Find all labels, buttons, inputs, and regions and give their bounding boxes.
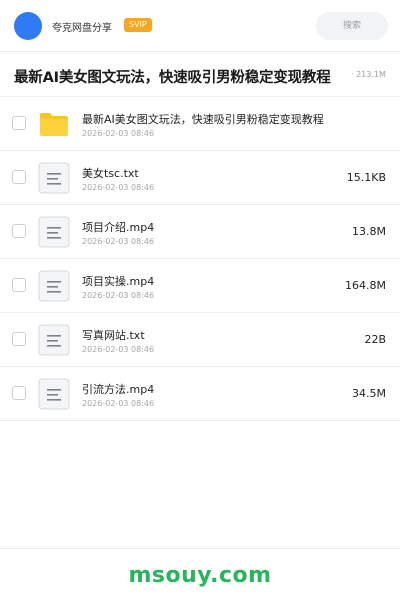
file-size: 15.1KB: [346, 171, 386, 184]
file-list: 最新AI美女图文玩法，快速吸引男粉稳定变现教程 2026-02-03 08:46…: [0, 97, 400, 421]
list-item[interactable]: 美女tsc.txt 2026-02-03 08:46 15.1KB: [0, 151, 400, 205]
document-icon: [38, 378, 70, 410]
select-checkbox[interactable]: [12, 224, 26, 238]
document-icon: [38, 216, 70, 248]
page-title: 最新AI美女图文玩法，快速吸引男粉稳定变现教程: [14, 70, 331, 86]
list-item[interactable]: 最新AI美女图文玩法，快速吸引男粉稳定变现教程 2026-02-03 08:46: [0, 97, 400, 151]
select-checkbox[interactable]: [12, 386, 26, 400]
folder-icon: [40, 113, 68, 136]
share-title-row: 最新AI美女图文玩法，快速吸引男粉稳定变现教程 · 213.1M: [0, 53, 400, 97]
list-item[interactable]: 项目介绍.mp4 2026-02-03 08:46 13.8M: [0, 205, 400, 259]
file-date: 2026-02-03 08:46: [82, 291, 155, 300]
file-name: 引流方法.mp4: [82, 383, 155, 396]
file-name: 项目介绍.mp4: [82, 221, 155, 234]
list-item[interactable]: 项目实操.mp4 2026-02-03 08:46 164.8M: [0, 259, 400, 313]
file-size: 164.8M: [345, 279, 386, 292]
select-checkbox[interactable]: [12, 170, 26, 184]
list-item[interactable]: 引流方法.mp4 2026-02-03 08:46 34.5M: [0, 367, 400, 421]
file-size: 13.8M: [352, 225, 386, 238]
top-bar: 夸克网盘分享 SVIP 搜索: [0, 0, 400, 52]
brand-watermark: msouy.com: [128, 563, 272, 588]
total-size: · 213.1M: [351, 70, 386, 79]
file-name: 美女tsc.txt: [82, 167, 139, 180]
select-checkbox[interactable]: [12, 116, 26, 130]
file-name: 最新AI美女图文玩法，快速吸引男粉稳定变现教程: [82, 113, 324, 126]
document-icon: [38, 270, 70, 302]
search-button[interactable]: 搜索: [316, 12, 388, 40]
file-date: 2026-02-03 08:46: [82, 237, 155, 246]
avatar[interactable]: [14, 12, 42, 40]
document-icon: [38, 162, 70, 194]
svip-badge: SVIP: [124, 18, 152, 32]
select-checkbox[interactable]: [12, 278, 26, 292]
file-date: 2026-02-03 08:46: [82, 129, 155, 138]
file-date: 2026-02-03 08:46: [82, 399, 155, 408]
list-item[interactable]: 写真网站.txt 2026-02-03 08:46 22B: [0, 313, 400, 367]
file-date: 2026-02-03 08:46: [82, 183, 155, 192]
file-name: 写真网站.txt: [82, 329, 145, 342]
select-checkbox[interactable]: [12, 332, 26, 346]
file-size: 34.5M: [352, 387, 386, 400]
footer: msouy.com: [0, 548, 400, 600]
file-size: 22B: [364, 333, 386, 346]
document-icon: [38, 324, 70, 356]
username: 夸克网盘分享: [52, 23, 112, 34]
file-name: 项目实操.mp4: [82, 275, 155, 288]
file-date: 2026-02-03 08:46: [82, 345, 155, 354]
